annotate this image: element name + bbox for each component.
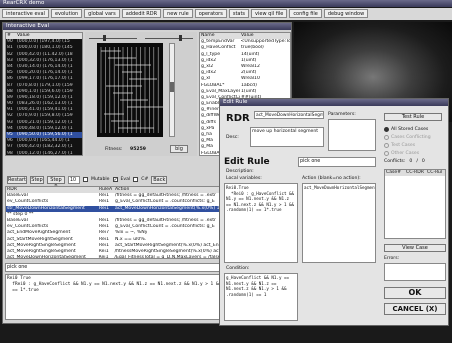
- step-button[interactable]: Step: [30, 175, 44, 184]
- action-label: Action (blank=no action):: [302, 176, 361, 181]
- cases-table-header: Case# CC-RDR CC-Rul: [385, 170, 445, 177]
- rdr-table[interactable]: RDR RuleA Action BaseEval Rei1/fitness = …: [5, 186, 221, 259]
- option2-row[interactable]: Cases Conflicting: [384, 133, 446, 141]
- grid-view-panel: Fitness: 95259 big: [85, 32, 197, 156]
- local-vars-field[interactable]: Rei0.True *Rei0 : g_HaveConflict && N1.y…: [224, 183, 298, 263]
- fitness-value: 95259: [130, 147, 146, 152]
- ctx-label: C#: [141, 177, 149, 182]
- radio-all-stored[interactable]: [384, 126, 389, 132]
- big-button[interactable]: big: [170, 145, 188, 153]
- ctx-checkbox[interactable]: [133, 177, 139, 182]
- value-row-value: (000,12.0) (146,27.0) (1: [17, 150, 73, 156]
- conflicts-total: 0: [421, 159, 425, 164]
- grid-vertical-scrollbar[interactable]: [169, 43, 175, 137]
- view-case-button[interactable]: View Case: [384, 244, 446, 252]
- all-stored-cases-option[interactable]: All Stored Cases: [384, 125, 446, 133]
- menu-button-6[interactable]: stats: [228, 9, 250, 18]
- grid-canvas[interactable]: [97, 43, 163, 137]
- conflicts-row: Conflicts: 0 / 0: [384, 159, 425, 164]
- errors-label: Errors:: [384, 256, 400, 261]
- condition-field[interactable]: g_HaveConflict && N1.y == N1.next.y && N…: [224, 273, 298, 321]
- mutable-checkbox[interactable]: [83, 177, 88, 182]
- description-label: Description:: [226, 169, 254, 174]
- app-title-bar: RearCRX demo: [0, 0, 452, 7]
- option2-label: Cases Conflicting: [391, 134, 431, 140]
- rdr-name-field[interactable]: act_MoveDownHorizontalSegment: [254, 111, 324, 119]
- conflicts-label: Conflicts:: [384, 159, 406, 164]
- step-n-button[interactable]: Step n: [47, 175, 65, 189]
- cancel-button[interactable]: CANCEL (X): [384, 303, 446, 315]
- rdr-rule: Rei1: [98, 255, 109, 259]
- edit-rule-pick-select[interactable]: pick one: [298, 157, 376, 167]
- all-stored-cases-label: All Stored Cases: [391, 126, 429, 132]
- menu-button-5[interactable]: operators: [194, 9, 227, 18]
- value-row-index: 98: [7, 150, 13, 156]
- option3-label: Test Cases: [391, 142, 416, 148]
- desc-field[interactable]: move up horizontal segment: [250, 127, 324, 147]
- restart-button[interactable]: Restart: [7, 175, 27, 184]
- option4-label: Other Cases: [391, 150, 420, 156]
- eval-label: Eval: [120, 177, 131, 182]
- back-button[interactable]: Back: [151, 175, 168, 184]
- grid-background: [97, 43, 163, 137]
- conflicts-value: 0: [409, 159, 413, 164]
- condition-label: Condition:: [226, 266, 250, 271]
- menu-button-0[interactable]: interactive eval: [2, 9, 49, 18]
- cases-col-ccrdr: CC-RDR: [406, 170, 424, 175]
- option4-row[interactable]: Other Cases: [384, 149, 446, 157]
- radio-option4[interactable]: [384, 150, 389, 156]
- value-list-row[interactable]: 98 (000,12.0) (146,27.0) (1: [6, 150, 82, 156]
- slider-b-handle[interactable]: [179, 35, 182, 41]
- errors-field: [384, 263, 446, 281]
- menu-button-9[interactable]: debug window: [323, 9, 369, 18]
- eval-window-title: Interactive Eval: [6, 23, 50, 29]
- slider-a-track[interactable]: [89, 38, 137, 39]
- parameters-label: Parameters:: [328, 112, 356, 117]
- main-toolbar: interactive eval evolution global vars adde…: [0, 8, 452, 20]
- action-field[interactable]: act_MoveDownHorizontalSegment: [302, 183, 376, 263]
- menu-button-3[interactable]: addedit RDR: [121, 9, 162, 18]
- slider-b-track[interactable]: [145, 38, 193, 39]
- rdr-table-row[interactable]: act_MoveDownHorizontalSegment Rei1/Egal_F…: [6, 255, 220, 259]
- parameters-field[interactable]: [328, 119, 376, 151]
- case-filter-group: All Stored Cases Cases Conflicting Test …: [384, 125, 446, 157]
- eval-checkbox[interactable]: ✓: [112, 177, 118, 183]
- value-list[interactable]: # Value 90 (000,0.0) (197,4.0) (15 81 (000,…: [5, 32, 83, 156]
- edit-rule-heading: Edit Rule: [224, 157, 270, 167]
- slider-a-handle[interactable]: [103, 35, 106, 41]
- rule-pick-select[interactable]: pick one: [5, 263, 221, 272]
- mutable-label: Mutable: [91, 177, 110, 182]
- menu-button-8[interactable]: config file: [289, 9, 322, 18]
- menu-button-7[interactable]: view qil file: [251, 9, 288, 18]
- edit-rule-title-bar: Edit Rule: [220, 99, 448, 106]
- radio-option3[interactable]: [384, 142, 389, 148]
- test-rule-button[interactable]: Test Rule: [384, 113, 442, 121]
- slider-row-1: [89, 35, 193, 41]
- app-title: RearCRX demo: [3, 0, 45, 6]
- edit-rule-dialog: Edit Rule RDR act_MoveDownHorizontalSegm…: [219, 98, 449, 326]
- radio-option2[interactable]: [384, 134, 389, 140]
- local-vars-label: Local variables:: [226, 176, 262, 181]
- rdr-name: act_MoveDownHorizontalSegment: [7, 255, 86, 259]
- cases-col-ccrul: CC-Rul: [427, 170, 443, 175]
- edit-rule-title: Edit Rule: [223, 99, 248, 105]
- scrollbar-thumb[interactable]: [170, 82, 174, 92]
- menu-button-1[interactable]: evolution: [50, 9, 83, 18]
- desc-label: Desc:: [226, 135, 239, 140]
- step-n-input[interactable]: 10: [68, 175, 80, 184]
- rdr-action: act_MoveDownHorizontalSegment(%.x(0%) 1: [115, 205, 220, 211]
- eval-window-title-bar: Interactive Eval: [3, 23, 291, 30]
- menu-button-4[interactable]: new rule: [163, 9, 193, 18]
- conflicts-separator: /: [416, 159, 418, 164]
- fitness-label: Fitness:: [105, 147, 123, 152]
- cases-col-case: Case#: [386, 170, 402, 175]
- rdr-heading: RDR: [226, 113, 250, 124]
- conflict-cases-table[interactable]: Case# CC-RDR CC-Rul: [384, 169, 446, 239]
- ok-button[interactable]: OK: [384, 287, 446, 299]
- menu-button-2[interactable]: global vars: [84, 9, 120, 18]
- option3-row[interactable]: Test Cases: [384, 141, 446, 149]
- rdr-action: /Egal_FitnessTotal = g_D.N.MaxLayers = /…: [114, 255, 220, 259]
